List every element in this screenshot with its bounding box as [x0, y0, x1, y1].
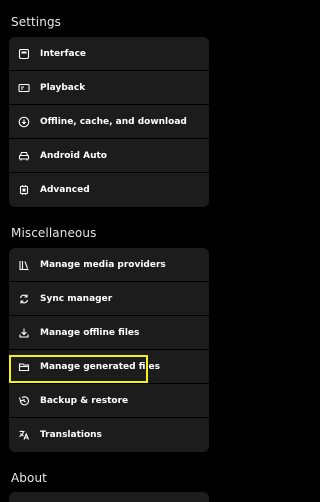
settings-item-android-auto[interactable]: Android Auto [9, 139, 209, 173]
misc-item-label: Manage offline files [40, 327, 140, 338]
about-card[interactable] [9, 492, 209, 502]
sync-icon [18, 293, 30, 305]
translate-icon [18, 429, 30, 441]
settings-item-interface[interactable]: Interface [9, 37, 209, 71]
car-icon [18, 150, 30, 162]
settings-section-title: Settings [11, 15, 62, 29]
settings-item-label: Android Auto [40, 150, 107, 161]
misc-item-label: Translations [40, 430, 102, 440]
download-circle-icon [18, 116, 30, 128]
misc-item-sync-manager[interactable]: Sync manager [9, 282, 209, 316]
folder-icon [18, 361, 30, 373]
misc-item-backup-restore[interactable]: Backup & restore [9, 384, 209, 418]
settings-item-advanced[interactable]: Advanced [9, 173, 209, 207]
misc-item-label: Manage media providers [40, 259, 166, 270]
miscellaneous-section-title: Miscellaneous [11, 226, 97, 240]
settings-item-label: Offline, cache, and download [40, 116, 187, 127]
misc-item-translations[interactable]: Translations [9, 418, 209, 452]
settings-item-label: Playback [40, 82, 86, 93]
settings-item-label: Advanced [40, 185, 90, 195]
about-section-title: About [11, 471, 47, 485]
settings-item-label: Interface [40, 48, 87, 59]
misc-item-label: Manage generated files [40, 361, 160, 372]
download-icon [18, 327, 30, 339]
interface-icon [18, 48, 30, 60]
chip-icon [18, 184, 30, 196]
playback-icon [18, 82, 30, 94]
settings-item-offline[interactable]: Offline, cache, and download [9, 105, 209, 139]
misc-item-generated-files[interactable]: Manage generated files [9, 350, 209, 384]
library-icon [18, 259, 30, 271]
settings-item-playback[interactable]: Playback [9, 71, 209, 105]
misc-item-label: Backup & restore [40, 395, 129, 406]
restore-icon [18, 395, 30, 407]
misc-item-offline-files[interactable]: Manage offline files [9, 316, 209, 350]
misc-item-label: Sync manager [40, 293, 113, 304]
settings-card: Interface Playback Offline, cache, and d… [9, 37, 209, 207]
misc-item-media-providers[interactable]: Manage media providers [9, 248, 209, 282]
miscellaneous-card: Manage media providers Sync manager Mana… [9, 248, 209, 452]
